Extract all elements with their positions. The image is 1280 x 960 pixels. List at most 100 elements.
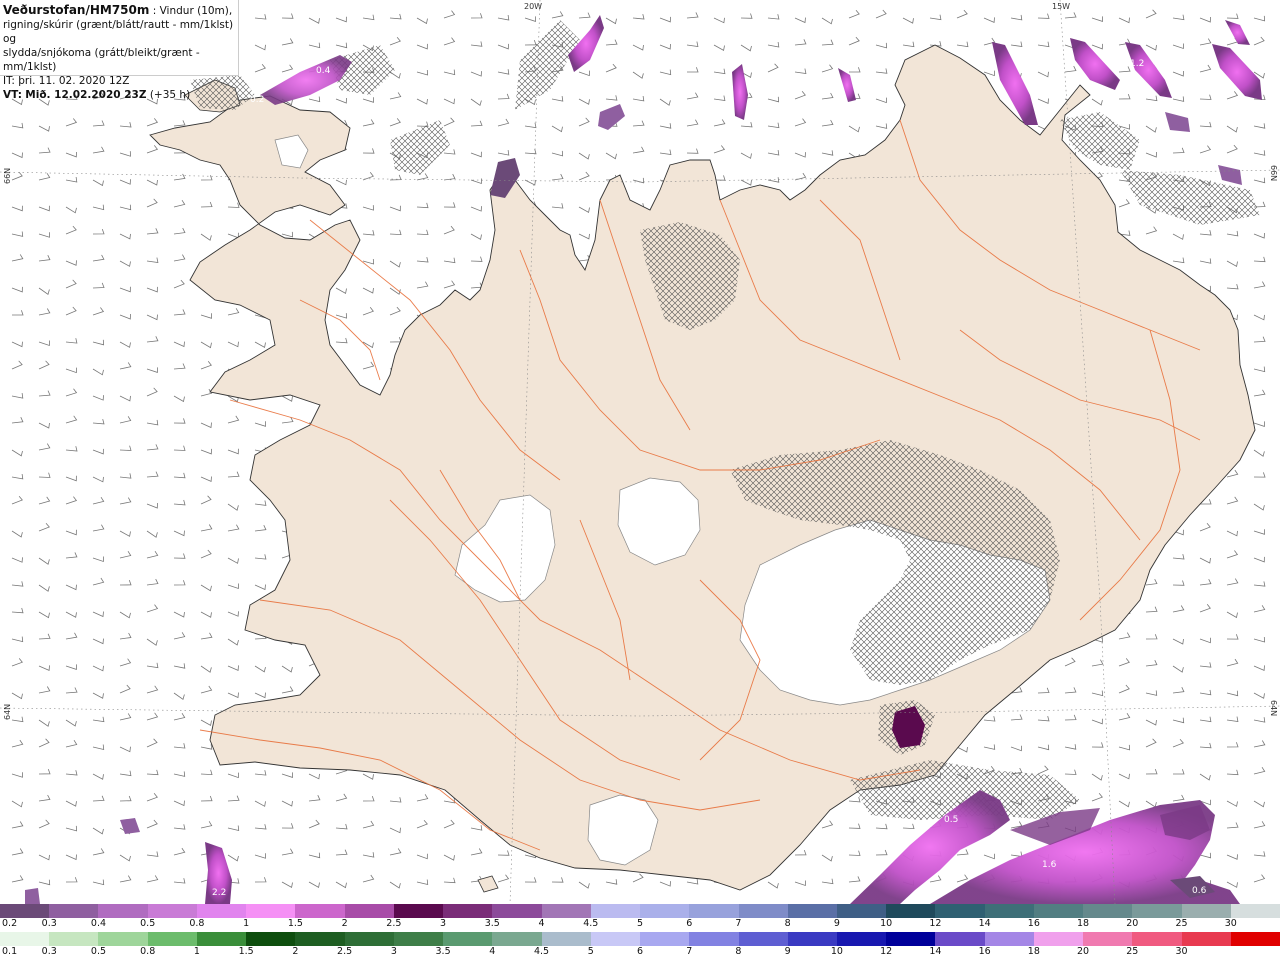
snow-legend-swatch bbox=[1132, 904, 1182, 918]
rain-legend-swatch bbox=[738, 932, 788, 946]
rain-legend-swatch bbox=[246, 932, 296, 946]
snow-legend-tick-label: 1.5 bbox=[287, 918, 303, 929]
valid-time-label: VT: bbox=[3, 89, 22, 101]
rain-legend-tick-label: 0.5 bbox=[90, 946, 107, 957]
rain-legend-swatch bbox=[836, 932, 887, 946]
snow-legend-tick-label: 8 bbox=[784, 918, 791, 929]
rain-legend-swatch bbox=[984, 932, 1034, 946]
rain-legend-tick-label: 8 bbox=[735, 946, 742, 957]
description-line3: slydda/snjókoma (grátt/bleikt/grænt - mm… bbox=[3, 47, 200, 73]
issue-time: IT: þri. 11. 02. 2020 12Z bbox=[3, 75, 130, 87]
snow-legend-tick-label: 3 bbox=[440, 918, 447, 929]
snow-legend-tick-label: 5 bbox=[636, 918, 644, 929]
rain-legend-tick-label: 4 bbox=[489, 946, 496, 957]
snow-legend-swatch bbox=[640, 904, 690, 918]
valid-time-offset: (+35 h) bbox=[149, 89, 191, 101]
rain-legend-tick-label: 20 bbox=[1077, 946, 1090, 957]
rain-legend-swatch bbox=[590, 932, 641, 946]
weather-map: 0.4 1.2 0.2 0.5 1.6 2.2 0.6 bbox=[0, 0, 1280, 904]
snow-legend-tick-label: 25 bbox=[1175, 918, 1188, 929]
rain-legend-tick-label: 1.5 bbox=[238, 946, 254, 957]
rain-legend-tick-label: 5 bbox=[587, 946, 594, 957]
rain-legend-colorbar bbox=[0, 932, 1280, 946]
rain-legend-swatch bbox=[196, 932, 247, 946]
snow-legend-swatch bbox=[541, 904, 591, 918]
rain-legend-swatch bbox=[49, 932, 99, 946]
snow-legend-swatch bbox=[984, 904, 1034, 918]
rain-legend-swatch bbox=[689, 932, 739, 946]
snow-legend-swatch bbox=[492, 904, 542, 918]
snow-legend-swatch bbox=[886, 904, 936, 918]
snow-legend-tick-label: 1 bbox=[243, 918, 250, 929]
lat-label-64n-left: 64N bbox=[3, 703, 12, 720]
snow-legend-tick-label: 20 bbox=[1126, 918, 1139, 929]
rain-legend-swatch bbox=[1132, 932, 1182, 946]
snow-legend-swatch bbox=[1230, 904, 1280, 918]
snow-legend-tick-label: 0.5 bbox=[140, 918, 156, 929]
rain-legend-swatch bbox=[541, 932, 591, 946]
snow-legend-colorbar bbox=[0, 904, 1280, 918]
rain-legend-tick-label: 12 bbox=[880, 946, 893, 957]
description-line1: : Vindur (10m), bbox=[149, 5, 233, 17]
snow-legend-swatch bbox=[935, 904, 985, 918]
rain-legend: 0.1 0.3 0.5 0.8 1 1.5 2 2.5 3 3.5 4 4.5 5 6 7 8 9 10 12 14 1… bbox=[0, 932, 1280, 959]
snow-legend-tick-label: 9 bbox=[833, 918, 840, 929]
precip-label: 1.2 bbox=[1130, 59, 1144, 69]
snow-legend-swatch bbox=[1083, 904, 1133, 918]
snow-legend-swatch bbox=[196, 904, 247, 918]
snow-legend-tick-label: 30 bbox=[1224, 918, 1237, 929]
snow-legend-tick-label: 0.8 bbox=[189, 918, 205, 929]
rain-legend-swatch bbox=[295, 932, 345, 946]
rain-legend-swatch bbox=[640, 932, 690, 946]
snow-legend-ticks: 0.2 0.3 0.4 0.5 0.8 1 1.5 2 2.5 3 3.5 4 4.5 5 6 7 8 9 10 12… bbox=[0, 918, 1280, 931]
map-title: Veðurstofan/HM750m bbox=[3, 3, 150, 17]
rain-legend-swatch bbox=[1230, 932, 1280, 946]
rain-legend-tick-label: 2 bbox=[292, 946, 299, 957]
rain-legend-tick-label: 3 bbox=[390, 946, 397, 957]
snow-legend-swatch bbox=[98, 904, 148, 918]
snow-legend-swatch bbox=[295, 904, 345, 918]
rain-legend-tick-label: 7 bbox=[686, 946, 693, 957]
rain-legend-tick-label: 25 bbox=[1126, 946, 1139, 957]
map-info-header: Veðurstofan/HM750m : Vindur (10m), rigni… bbox=[0, 0, 239, 101]
rain-legend-tick-label: 30 bbox=[1175, 946, 1188, 957]
rain-legend-swatch bbox=[344, 932, 394, 946]
snow-legend-swatch bbox=[1033, 904, 1084, 918]
rain-legend-swatch bbox=[98, 932, 148, 946]
rain-legend-tick-label: 0.8 bbox=[140, 946, 156, 957]
rain-legend-tick-label: 2.5 bbox=[337, 946, 353, 957]
snow-legend-tick-label: 7 bbox=[735, 918, 742, 929]
rain-legend-swatch bbox=[787, 932, 837, 946]
rain-legend-swatch bbox=[1181, 932, 1231, 946]
snow-legend-tick-label: 6 bbox=[686, 918, 693, 929]
precip-label: 0.4 bbox=[316, 66, 331, 76]
snow-legend-tick-label: 16 bbox=[1027, 918, 1040, 929]
snow-legend-swatch bbox=[393, 904, 444, 918]
rain-legend-swatch bbox=[1033, 932, 1084, 946]
rain-legend-tick-label: 0.3 bbox=[41, 946, 57, 957]
snow-legend-swatch bbox=[0, 904, 50, 918]
snow-legend-swatch bbox=[1181, 904, 1231, 918]
rain-legend-swatch bbox=[393, 932, 444, 946]
lat-label-66n-left: 66N bbox=[3, 167, 12, 184]
rain-legend-tick-label: 1 bbox=[193, 946, 200, 957]
snow-legend-swatch bbox=[689, 904, 739, 918]
rain-legend-swatch bbox=[443, 932, 493, 946]
snow-legend-swatch bbox=[836, 904, 887, 918]
rain-legend-tick-label: 0.1 bbox=[2, 946, 18, 957]
snow-legend-swatch bbox=[590, 904, 641, 918]
snow-legend-tick-label: 12 bbox=[929, 918, 942, 929]
rain-legend-tick-label: 10 bbox=[830, 946, 843, 957]
snow-legend-swatch bbox=[787, 904, 837, 918]
snow-legend-tick-label: 4 bbox=[538, 918, 545, 929]
rain-legend-tick-label: 6 bbox=[636, 946, 644, 957]
lon-label-15w: 15W bbox=[1052, 2, 1071, 11]
snow-legend-swatch bbox=[443, 904, 493, 918]
snow-legend-tick-label: 0.3 bbox=[41, 918, 57, 929]
snow-legend-tick-label: 10 bbox=[880, 918, 893, 929]
rain-legend-ticks: 0.1 0.3 0.5 0.8 1 1.5 2 2.5 3 3.5 4 4.5 5 6 7 8 9 10 12 14 1… bbox=[0, 946, 1280, 959]
precip-label: 0.2 bbox=[250, 95, 264, 105]
snow-legend: 0.2 0.3 0.4 0.5 0.8 1 1.5 2 2.5 3 3.5 4 4.5 5 6 7 8 9 10 12… bbox=[0, 904, 1280, 931]
rain-legend-tick-label: 14 bbox=[929, 946, 942, 957]
valid-time-date: Mið. 12.02.2020 23Z bbox=[25, 89, 147, 101]
